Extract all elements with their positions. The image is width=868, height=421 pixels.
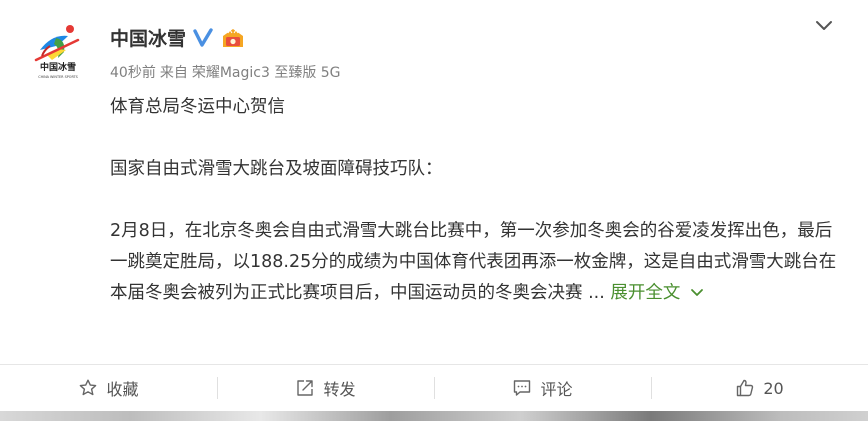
- ellipsis: ...: [582, 283, 611, 303]
- action-bar: 收藏 转发 评论 20: [0, 365, 868, 411]
- favorite-button[interactable]: 收藏: [0, 365, 217, 411]
- post-paragraph-text: 2月8日，在北京冬奥会自由式滑雪大跳台比赛中，第一次参加冬奥会的谷爱凌发挥出色，…: [110, 221, 837, 303]
- post-paragraph: 国家自由式滑雪大跳台及坡面障碍技巧队：: [110, 159, 443, 179]
- favorite-label[interactable]: 收藏: [106, 376, 138, 400]
- post-paragraph: 2月8日，在北京冬奥会自由式滑雪大跳台比赛中，第一次参加冬奥会的谷爱凌发挥出色，…: [110, 216, 840, 309]
- post-paragraph: 体育总局冬运中心贺信: [110, 97, 285, 117]
- avatar[interactable]: 中国冰雪 CHINA WINTER SPORTS: [26, 20, 90, 80]
- verified-icon: [192, 27, 214, 49]
- like-count[interactable]: 20: [763, 379, 783, 398]
- comment-label[interactable]: 评论: [540, 376, 572, 400]
- like-icon: [737, 379, 754, 397]
- post-device: 荣耀Magic3 至臻版 5G: [191, 65, 341, 81]
- comment-button[interactable]: 评论: [434, 365, 651, 411]
- chevron-down-icon[interactable]: [812, 16, 836, 36]
- weibo-post-card: 中国冰雪 CHINA WINTER SPORTS 中国冰雪 40秒前 来自 荣耀…: [0, 0, 868, 421]
- logo-subtext: CHINA WINTER SPORTS: [38, 75, 78, 79]
- vip-badge-icon[interactable]: [220, 27, 246, 49]
- expand-chevron-icon[interactable]: [690, 288, 704, 298]
- post-author: 中国冰雪: [110, 24, 246, 51]
- avatar-logo-icon: 中国冰雪 CHINA WINTER SPORTS: [34, 25, 80, 79]
- repost-label[interactable]: 转发: [323, 376, 355, 400]
- post-content: 体育总局冬运中心贺信 国家自由式滑雪大跳台及坡面障碍技巧队： 2月8日，在北京冬…: [110, 92, 840, 309]
- comment-icon: [514, 380, 531, 396]
- post-source-prefix: 来自: [159, 65, 188, 81]
- repost-button[interactable]: 转发: [217, 365, 434, 411]
- logo-text: 中国冰雪: [40, 61, 76, 73]
- next-post-image-strip: [0, 411, 868, 421]
- expand-label[interactable]: 展开全文: [610, 283, 680, 303]
- repost-icon: [297, 380, 314, 396]
- post-time[interactable]: 40秒前: [110, 62, 156, 82]
- star-icon: [80, 379, 97, 396]
- post-meta: 40秒前 来自 荣耀Magic3 至臻版 5G: [110, 62, 341, 82]
- author-name[interactable]: 中国冰雪: [110, 24, 186, 51]
- expand-full-text-link[interactable]: 展开全文: [610, 283, 704, 303]
- like-button[interactable]: 20: [651, 365, 868, 411]
